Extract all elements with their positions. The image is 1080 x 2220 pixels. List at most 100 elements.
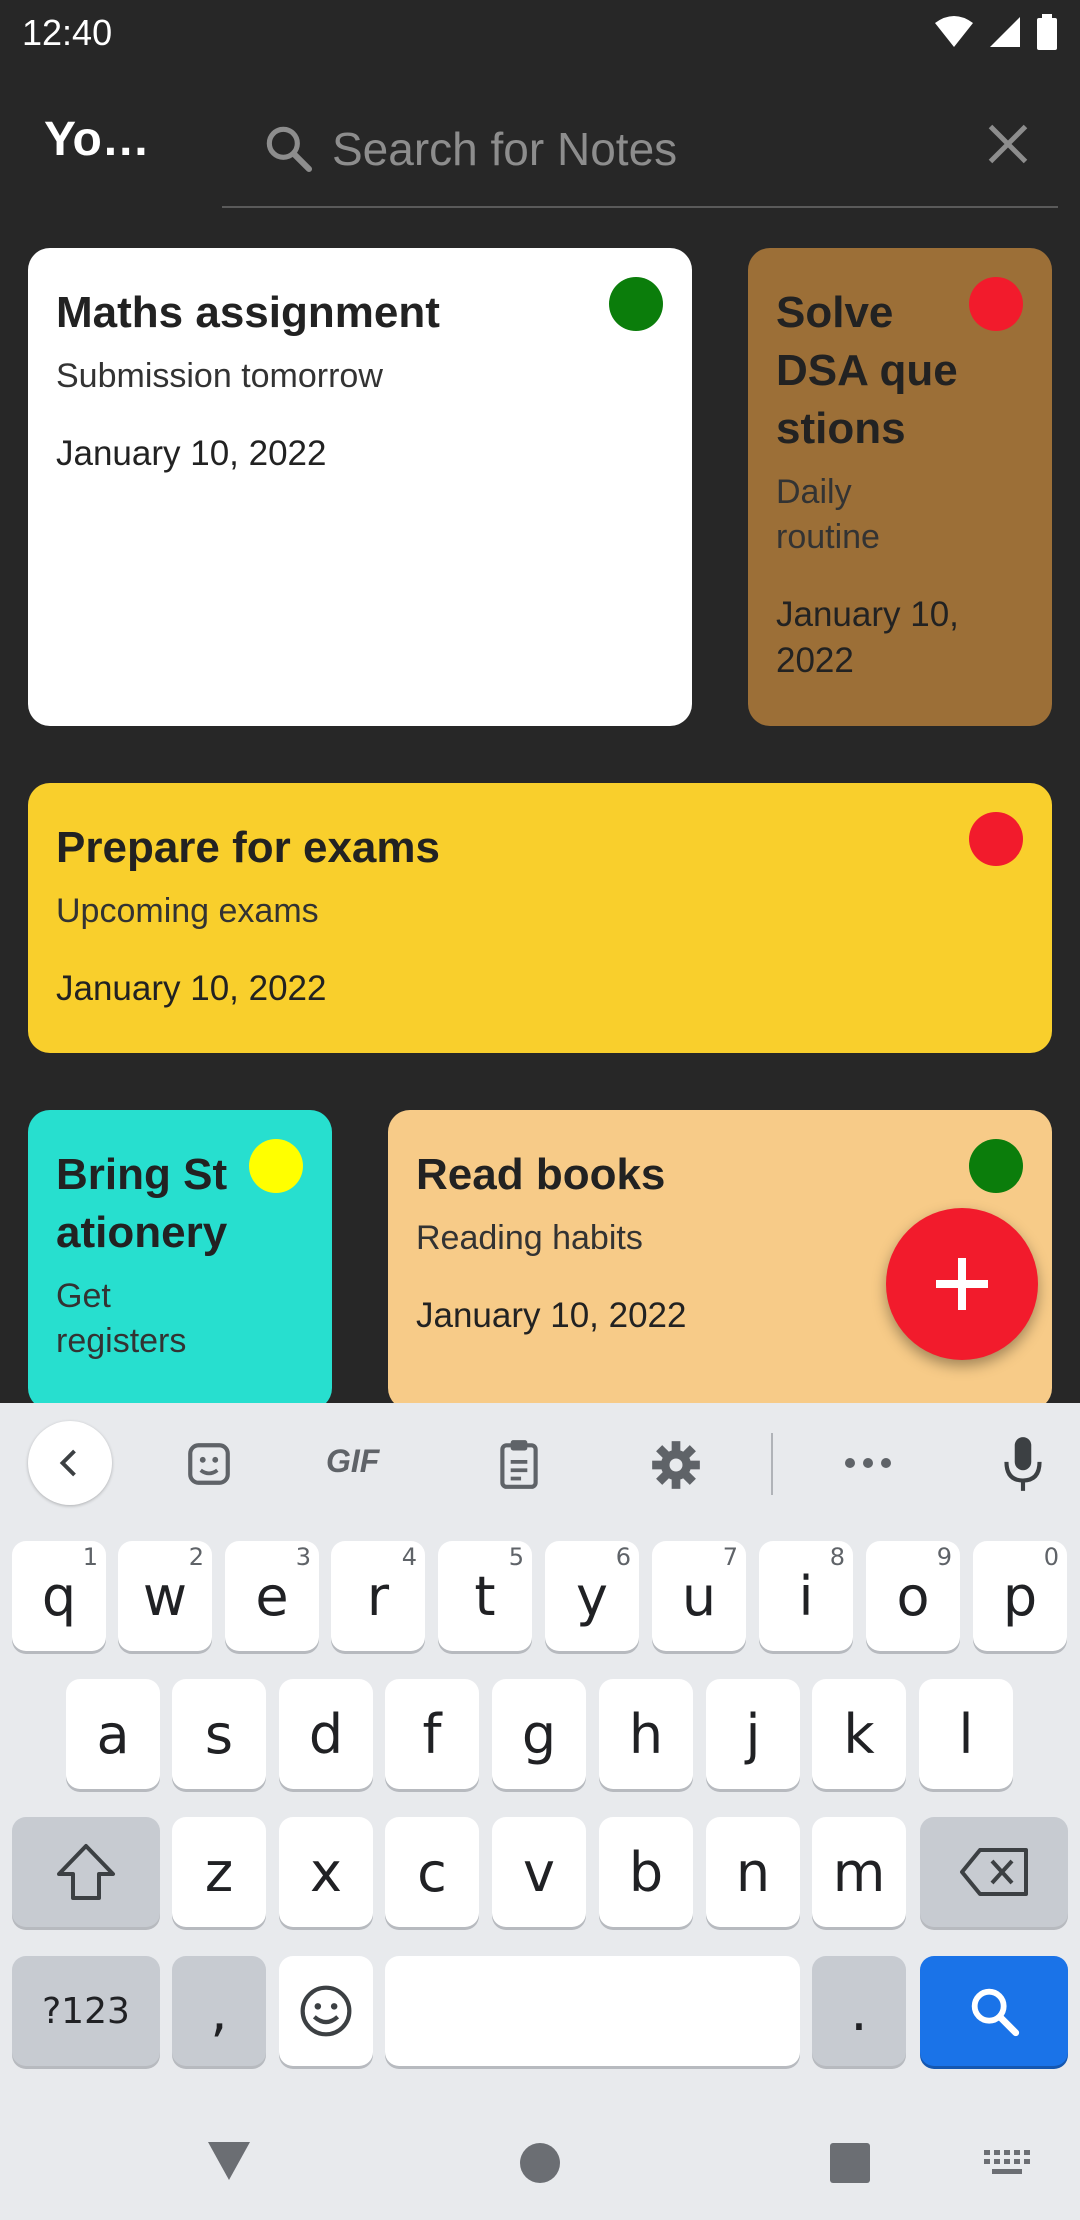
soft-keyboard: GIF q 1 w 2 e 3 r 4 t 5 y 6 u 7 i 8 o 9 … <box>0 1403 1080 2220</box>
key-label: w <box>142 1564 188 1628</box>
app-title: Yo… <box>44 113 150 166</box>
key-v[interactable]: v <box>492 1817 586 1927</box>
key-hint: 5 <box>508 1543 524 1571</box>
comma-key[interactable]: , <box>172 1956 266 2066</box>
note-date: January 10, 2022 <box>56 969 327 1008</box>
priority-dot <box>249 1139 303 1193</box>
key-label: i <box>798 1564 814 1628</box>
search-icon <box>266 126 313 173</box>
key-l[interactable]: l <box>919 1679 1013 1789</box>
key-z[interactable]: z <box>172 1817 266 1927</box>
period-key[interactable]: . <box>812 1956 906 2066</box>
shift-key[interactable] <box>12 1817 160 1927</box>
symbols-key[interactable]: ?123 <box>12 1956 160 2066</box>
search-bar[interactable] <box>222 110 1058 208</box>
microphone-icon[interactable] <box>998 1433 1048 1495</box>
key-hint: 0 <box>1043 1543 1059 1571</box>
toolbar-divider <box>771 1433 773 1495</box>
search-icon <box>971 1988 1020 2037</box>
key-w[interactable]: w2 <box>118 1541 212 1651</box>
key-n[interactable]: n <box>706 1817 800 1927</box>
search-action-key[interactable] <box>920 1956 1068 2066</box>
key-label: e <box>255 1564 289 1628</box>
battery-icon <box>1037 14 1057 50</box>
emoji-key[interactable] <box>279 1956 373 2066</box>
key-k[interactable]: k <box>812 1679 906 1789</box>
key-x[interactable]: x <box>279 1817 373 1927</box>
clipboard-icon[interactable] <box>494 1437 544 1491</box>
key-u[interactable]: u7 <box>652 1541 746 1651</box>
priority-dot <box>969 812 1023 866</box>
back-chevron-icon <box>59 1449 76 1477</box>
key-g[interactable]: g <box>492 1679 586 1789</box>
key-b[interactable]: b <box>599 1817 693 1927</box>
back-chevron-button[interactable] <box>28 1421 112 1505</box>
key-hint: 3 <box>295 1543 311 1571</box>
note-date: January 10, 2022 <box>776 595 959 680</box>
keyboard-switch-icon[interactable] <box>984 2148 1030 2178</box>
note-subtitle: Get registers <box>56 1277 187 1360</box>
note-title: Solve DSA que stions <box>776 288 958 453</box>
backspace-key[interactable] <box>920 1817 1068 1927</box>
emoji-icon <box>300 1985 352 2037</box>
note-subtitle: Daily routine <box>776 473 880 556</box>
note-card[interactable]: Maths assignment Submission tomorrow Jan… <box>28 248 692 726</box>
plus-icon <box>936 1258 988 1310</box>
note-card[interactable]: Prepare for exams Upcoming exams January… <box>28 783 1052 1053</box>
note-card[interactable]: Bring St ationery Get registers <box>28 1110 332 1410</box>
note-title: Maths assignment <box>56 288 440 337</box>
key-hint: 7 <box>722 1543 738 1571</box>
shift-icon <box>57 1844 115 1900</box>
key-y[interactable]: y6 <box>545 1541 639 1651</box>
recents-icon[interactable] <box>829 2142 871 2184</box>
key-j[interactable]: j <box>706 1679 800 1789</box>
key-r[interactable]: r4 <box>331 1541 425 1651</box>
note-title: Read books <box>416 1150 666 1199</box>
note-subtitle: Upcoming exams <box>56 892 319 930</box>
key-label: o <box>896 1564 930 1628</box>
settings-icon[interactable] <box>650 1439 702 1491</box>
key-label: r <box>366 1564 390 1628</box>
key-q[interactable]: q1 <box>12 1541 106 1651</box>
key-p[interactable]: p0 <box>973 1541 1067 1651</box>
status-time: 12:40 <box>22 12 113 53</box>
key-e[interactable]: e3 <box>225 1541 319 1651</box>
wifi-icon <box>935 16 973 47</box>
status-icons <box>934 14 1058 50</box>
key-o[interactable]: o9 <box>866 1541 960 1651</box>
key-t[interactable]: t5 <box>438 1541 532 1651</box>
key-m[interactable]: m <box>812 1817 906 1927</box>
sticker-icon[interactable] <box>184 1439 234 1489</box>
note-title: Bring St ationery <box>56 1150 228 1257</box>
key-h[interactable]: h <box>599 1679 693 1789</box>
key-label: y <box>576 1564 608 1628</box>
gif-button[interactable]: GIF <box>326 1443 379 1480</box>
note-title: Prepare for exams <box>56 823 440 872</box>
key-label: q <box>41 1564 77 1628</box>
close-icon[interactable] <box>978 114 1038 174</box>
note-date: January 10, 2022 <box>56 434 327 473</box>
key-f[interactable]: f <box>385 1679 479 1789</box>
key-hint: 4 <box>401 1543 417 1571</box>
space-key[interactable] <box>385 1956 800 2066</box>
keyboard-toolbar: GIF <box>0 1403 1080 1523</box>
back-icon[interactable] <box>206 2140 252 2182</box>
key-hint: 6 <box>615 1543 631 1571</box>
key-c[interactable]: c <box>385 1817 479 1927</box>
priority-dot <box>609 277 663 331</box>
add-note-button[interactable] <box>886 1208 1038 1360</box>
key-hint: 1 <box>82 1543 98 1571</box>
key-label: u <box>681 1564 717 1628</box>
key-d[interactable]: d <box>279 1679 373 1789</box>
key-a[interactable]: a <box>66 1679 160 1789</box>
more-icon[interactable] <box>842 1453 894 1473</box>
priority-dot <box>969 1139 1023 1193</box>
home-icon[interactable] <box>519 2142 561 2184</box>
backspace-icon <box>960 1848 1028 1896</box>
key-i[interactable]: i8 <box>759 1541 853 1651</box>
search-input[interactable] <box>330 110 934 188</box>
system-nav-bar <box>0 2100 1080 2220</box>
note-card[interactable]: Solve DSA que stions Daily routine Janua… <box>748 248 1052 726</box>
priority-dot <box>969 277 1023 331</box>
key-s[interactable]: s <box>172 1679 266 1789</box>
